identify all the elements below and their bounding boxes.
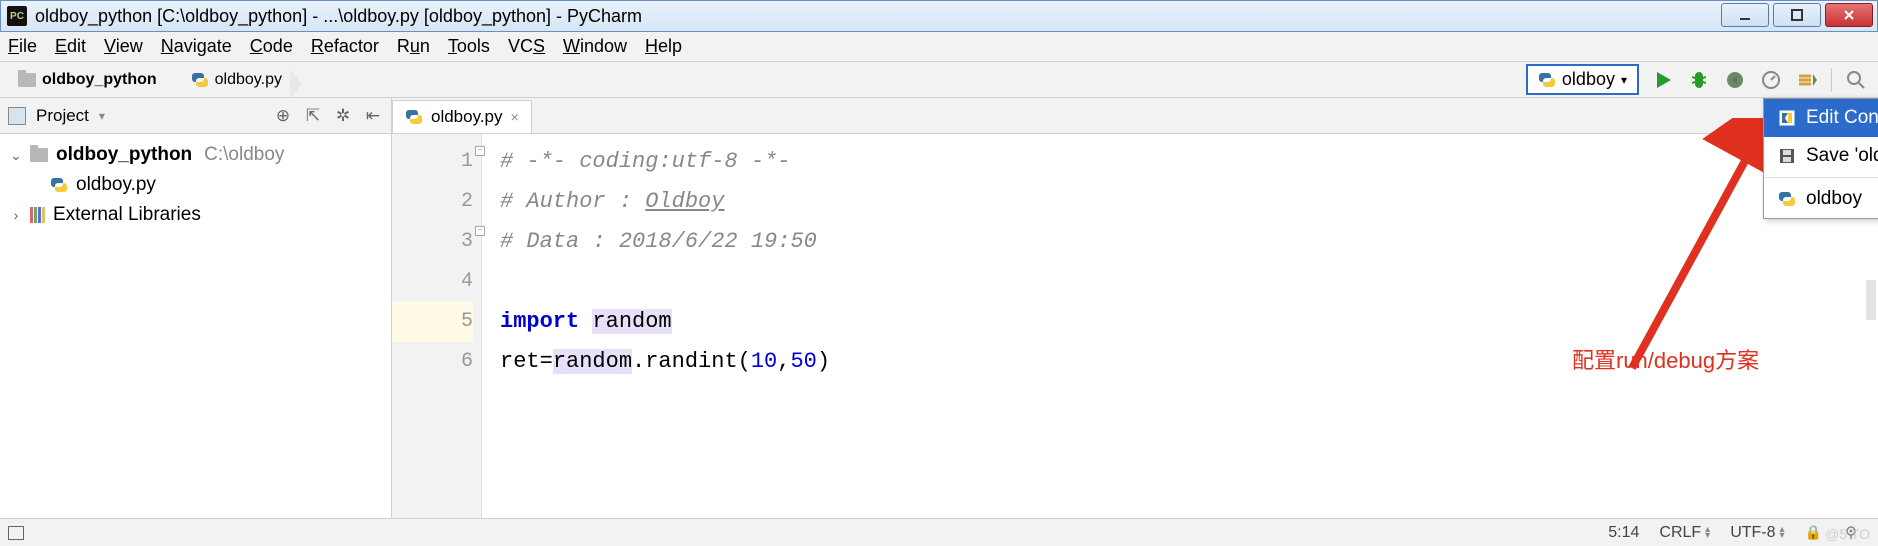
python-file-icon bbox=[191, 71, 209, 89]
line-number: 6 bbox=[392, 342, 473, 382]
menu-tools[interactable]: Tools bbox=[448, 36, 490, 57]
expand-arrow-icon[interactable]: › bbox=[10, 207, 22, 223]
project-icon bbox=[8, 107, 26, 125]
menu-edit[interactable]: Edit bbox=[55, 36, 86, 57]
file-encoding[interactable]: UTF-8 ▴▾ bbox=[1730, 524, 1784, 542]
dropdown-config-item[interactable]: oldboy bbox=[1764, 180, 1878, 218]
app-icon: PC bbox=[7, 6, 27, 26]
title-bar: PC oldboy_python [C:\oldboy_python] - ..… bbox=[0, 0, 1878, 32]
line-number: 2 bbox=[392, 182, 473, 222]
folder-icon bbox=[18, 73, 36, 87]
maximize-button[interactable] bbox=[1773, 3, 1821, 27]
dropdown-edit-configurations[interactable]: Edit Configurations... bbox=[1764, 99, 1878, 137]
breadcrumb-project[interactable]: oldboy_python bbox=[8, 67, 167, 93]
run-configuration-selector[interactable]: oldboy ▾ bbox=[1526, 64, 1639, 95]
python-file-icon bbox=[1778, 190, 1796, 208]
run-config-dropdown: Edit Configurations... Save 'oldboy' Con… bbox=[1763, 98, 1878, 219]
tree-file-name: oldboy.py bbox=[76, 174, 156, 196]
line-number: 1 bbox=[392, 142, 473, 182]
dropdown-item-label: Save 'oldboy' Configuration bbox=[1806, 145, 1878, 167]
menu-bar: File Edit View Navigate Code Refactor Ru… bbox=[0, 32, 1878, 62]
window-title: oldboy_python [C:\oldboy_python] - ...\o… bbox=[35, 6, 642, 27]
libraries-icon bbox=[30, 207, 45, 223]
project-tree: ⌄ oldboy_python C:\oldboy oldboy.py › Ex… bbox=[0, 134, 391, 236]
collapse-all-button[interactable]: ⇱ bbox=[303, 106, 323, 126]
annotation-text: 配置run/debug方案 bbox=[1572, 343, 1759, 375]
project-panel-header: Project ▾ ⊕ ⇱ ✲ ⇤ bbox=[0, 98, 391, 134]
chevron-down-icon: ▾ bbox=[1621, 73, 1627, 87]
python-file-icon bbox=[405, 108, 423, 126]
code-editor[interactable]: # -*- coding:utf-8 -*- # Author : Oldboy… bbox=[482, 134, 1878, 518]
editor-tabs: oldboy.py × bbox=[392, 98, 1878, 134]
run-button[interactable] bbox=[1651, 68, 1675, 92]
editor-tab[interactable]: oldboy.py × bbox=[392, 100, 532, 133]
breadcrumb-label: oldboy_python bbox=[42, 71, 157, 89]
menu-window[interactable]: Window bbox=[563, 36, 627, 57]
cursor-position: 5:14 bbox=[1608, 524, 1639, 542]
line-number: 4 bbox=[392, 262, 473, 302]
line-number: 5 bbox=[392, 302, 473, 342]
tree-file[interactable]: oldboy.py bbox=[0, 170, 391, 200]
dropdown-item-label: oldboy bbox=[1806, 188, 1862, 210]
close-button[interactable] bbox=[1825, 3, 1873, 27]
line-separator[interactable]: CRLF ▴▾ bbox=[1659, 524, 1710, 542]
breadcrumb-file[interactable]: oldboy.py bbox=[181, 67, 292, 93]
editor-area: oldboy.py × 1 2 3 4 5 6 − − # -*- coding… bbox=[392, 98, 1878, 518]
debug-button[interactable] bbox=[1687, 68, 1711, 92]
tab-label: oldboy.py bbox=[431, 107, 503, 127]
settings-icon[interactable]: ✲ bbox=[333, 106, 353, 126]
line-number: 3 bbox=[392, 222, 473, 262]
tree-root[interactable]: ⌄ oldboy_python C:\oldboy bbox=[0, 140, 391, 170]
expand-arrow-icon[interactable]: ⌄ bbox=[10, 147, 22, 164]
close-tab-icon[interactable]: × bbox=[511, 109, 519, 125]
stop-button[interactable] bbox=[1795, 68, 1819, 92]
menu-help[interactable]: Help bbox=[645, 36, 682, 57]
tree-external-label: External Libraries bbox=[53, 204, 201, 226]
menu-run[interactable]: Run bbox=[397, 36, 430, 57]
menu-vcs[interactable]: VCS bbox=[508, 36, 545, 57]
tree-root-name: oldboy_python bbox=[56, 144, 192, 166]
menu-refactor[interactable]: Refactor bbox=[311, 36, 379, 57]
minimize-button[interactable] bbox=[1721, 3, 1769, 27]
tool-window-toggle-icon[interactable] bbox=[8, 526, 24, 540]
project-panel-title: Project bbox=[36, 106, 89, 126]
python-file-icon bbox=[1538, 71, 1556, 89]
editor-gutter: 1 2 3 4 5 6 − − bbox=[392, 134, 482, 518]
tree-external-libs[interactable]: › External Libraries bbox=[0, 200, 391, 230]
hide-button[interactable]: ⇤ bbox=[363, 106, 383, 126]
profile-button[interactable] bbox=[1759, 68, 1783, 92]
tree-root-path: C:\oldboy bbox=[204, 144, 284, 166]
dropdown-separator bbox=[1764, 177, 1878, 178]
menu-navigate[interactable]: Navigate bbox=[161, 36, 232, 57]
run-coverage-button[interactable] bbox=[1723, 68, 1747, 92]
menu-view[interactable]: View bbox=[104, 36, 143, 57]
run-config-label: oldboy bbox=[1562, 69, 1615, 90]
breadcrumb-label: oldboy.py bbox=[215, 71, 282, 89]
readonly-lock-icon[interactable]: 🔒 bbox=[1805, 524, 1822, 541]
dropdown-save-configuration[interactable]: Save 'oldboy' Configuration bbox=[1764, 137, 1878, 175]
menu-file[interactable]: File bbox=[8, 36, 37, 57]
menu-code[interactable]: Code bbox=[250, 36, 293, 57]
folder-icon bbox=[30, 148, 48, 162]
navigation-bar: oldboy_python oldboy.py oldboy ▾ bbox=[0, 62, 1878, 98]
search-everywhere-button[interactable] bbox=[1844, 68, 1868, 92]
status-bar: 5:14 CRLF ▴▾ UTF-8 ▴▾ 🔒 bbox=[0, 518, 1878, 546]
python-file-icon bbox=[50, 176, 68, 194]
locate-button[interactable]: ⊕ bbox=[273, 106, 293, 126]
watermark: @5 TO bbox=[1825, 526, 1870, 542]
project-tool-window: Project ▾ ⊕ ⇱ ✲ ⇤ ⌄ oldboy_python C:\old… bbox=[0, 98, 392, 518]
dropdown-item-label: Edit Configurations... bbox=[1806, 107, 1878, 129]
